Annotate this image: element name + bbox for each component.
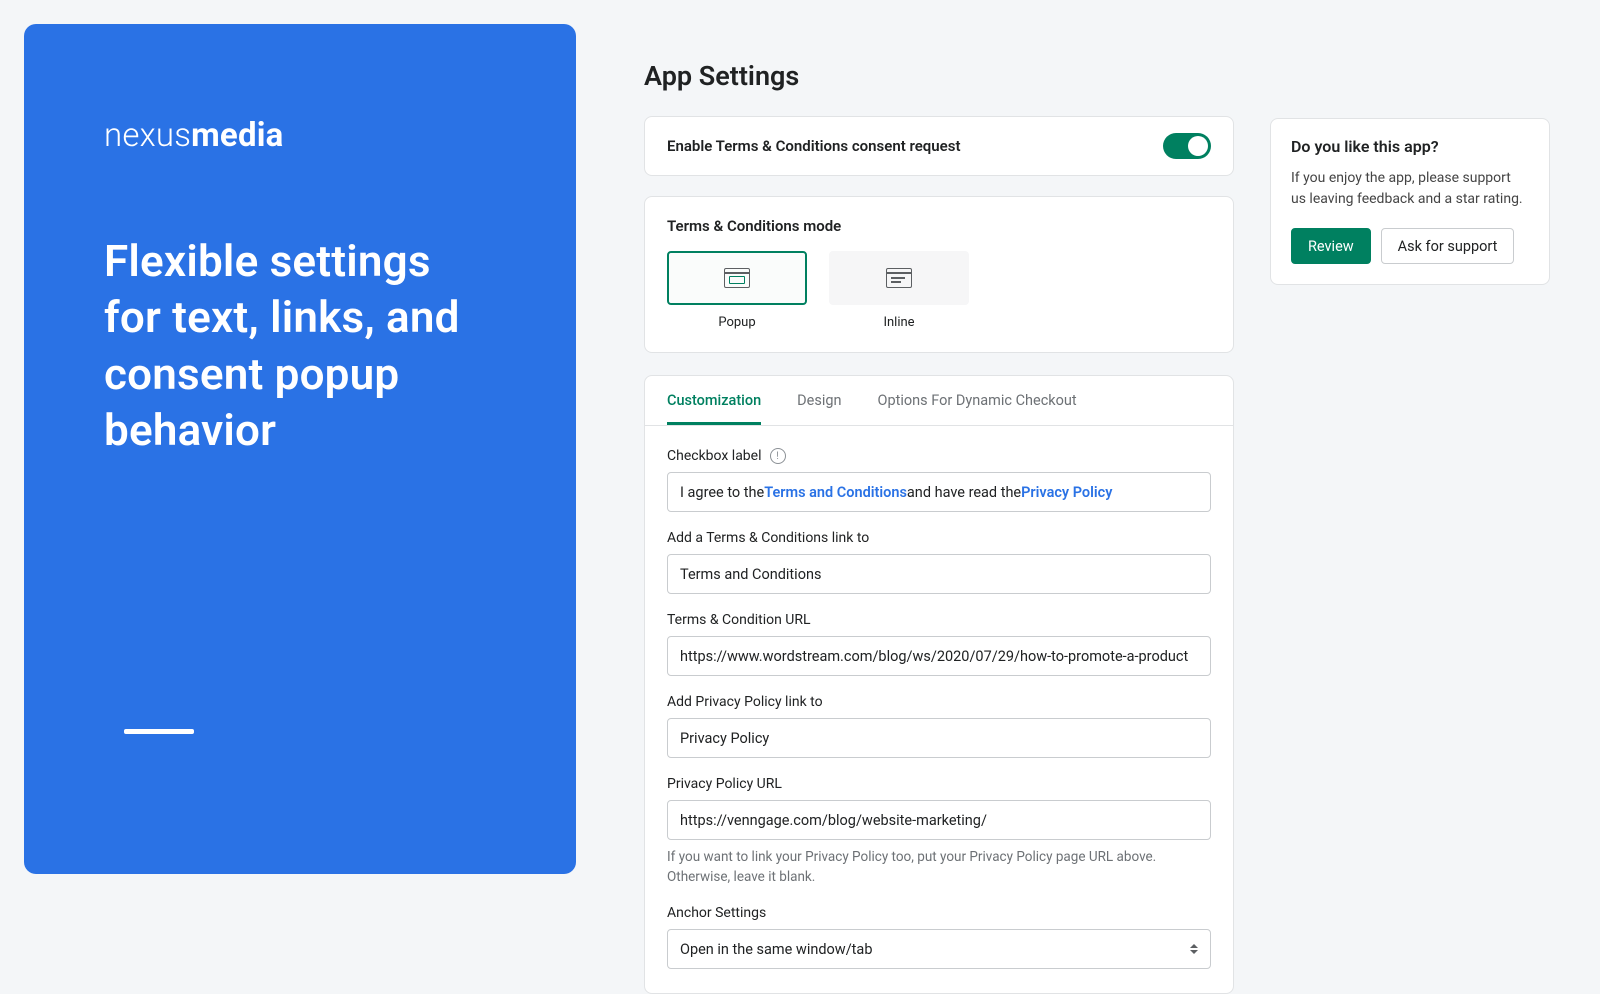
popup-icon	[724, 268, 750, 288]
anchor-select[interactable]: Open in the same window/tab	[667, 929, 1211, 969]
tab-design[interactable]: Design	[797, 392, 841, 425]
anchor-label: Anchor Settings	[667, 905, 1211, 921]
page-title: App Settings	[644, 60, 1234, 92]
pp-url-label: Privacy Policy URL	[667, 776, 1211, 792]
field-tc-linktext: Add a Terms & Conditions link to Terms a…	[667, 530, 1211, 594]
checkbox-label-label: Checkbox label	[667, 448, 762, 464]
tab-dynamic-checkout[interactable]: Options For Dynamic Checkout	[878, 392, 1077, 425]
mode-option-inline[interactable]: Inline	[829, 251, 969, 330]
enable-consent-label: Enable Terms & Conditions consent reques…	[667, 137, 960, 155]
cb-seg-link2: Privacy Policy	[1021, 484, 1112, 501]
promo-headline: Flexible settings for text, links, and c…	[104, 233, 496, 458]
feedback-card: Do you like this app? If you enjoy the a…	[1270, 118, 1550, 285]
promo-panel: nexusmedia Flexible settings for text, l…	[24, 24, 576, 874]
enable-consent-card: Enable Terms & Conditions consent reques…	[644, 116, 1234, 176]
field-pp-url: Privacy Policy URL https://venngage.com/…	[667, 776, 1211, 887]
review-button[interactable]: Review	[1291, 228, 1371, 264]
pp-url-helper: If you want to link your Privacy Policy …	[667, 848, 1211, 887]
feedback-text: If you enjoy the app, please support us …	[1291, 168, 1529, 210]
mode-tile-inline	[829, 251, 969, 305]
enable-consent-toggle[interactable]	[1163, 133, 1211, 159]
pp-linktext-input[interactable]: Privacy Policy	[667, 718, 1211, 758]
tc-url-label: Terms & Condition URL	[667, 612, 1211, 628]
info-icon[interactable]: !	[770, 448, 786, 464]
checkbox-label-input[interactable]: I agree to the Terms and Conditions and …	[667, 472, 1211, 512]
mode-title: Terms & Conditions mode	[667, 217, 1211, 235]
mode-label-inline: Inline	[883, 315, 914, 330]
cb-seg-link1: Terms and Conditions	[764, 484, 907, 501]
field-tc-url: Terms & Condition URL https://www.wordst…	[667, 612, 1211, 676]
tc-linktext-label: Add a Terms & Conditions link to	[667, 530, 1211, 546]
mode-card: Terms & Conditions mode Popup	[644, 196, 1234, 353]
inline-icon	[886, 268, 912, 288]
tabs: Customization Design Options For Dynamic…	[645, 376, 1233, 426]
field-anchor: Anchor Settings Open in the same window/…	[667, 905, 1211, 969]
pp-url-input[interactable]: https://venngage.com/blog/website-market…	[667, 800, 1211, 840]
promo-underline	[124, 729, 194, 734]
mode-label-popup: Popup	[718, 315, 755, 330]
ask-support-button[interactable]: Ask for support	[1381, 228, 1515, 264]
field-checkbox-label: Checkbox label ! I agree to the Terms an…	[667, 448, 1211, 512]
select-caret-icon	[1190, 944, 1198, 954]
mode-tile-popup	[667, 251, 807, 305]
cb-seg-pre: I agree to the	[680, 484, 764, 501]
feedback-title: Do you like this app?	[1291, 137, 1529, 156]
settings-card: Customization Design Options For Dynamic…	[644, 375, 1234, 994]
pp-linktext-label: Add Privacy Policy link to	[667, 694, 1211, 710]
toggle-knob	[1188, 136, 1208, 156]
tab-customization[interactable]: Customization	[667, 392, 761, 425]
tc-linktext-input[interactable]: Terms and Conditions	[667, 554, 1211, 594]
brand-logo: nexusmedia	[104, 116, 496, 155]
tc-url-input[interactable]: https://www.wordstream.com/blog/ws/2020/…	[667, 636, 1211, 676]
field-pp-linktext: Add Privacy Policy link to Privacy Polic…	[667, 694, 1211, 758]
brand-logo-light: nexus	[104, 116, 191, 155]
cb-seg-mid: and have read the	[907, 484, 1021, 501]
mode-option-popup[interactable]: Popup	[667, 251, 807, 330]
anchor-select-value: Open in the same window/tab	[680, 941, 872, 958]
brand-logo-bold: media	[191, 116, 283, 155]
